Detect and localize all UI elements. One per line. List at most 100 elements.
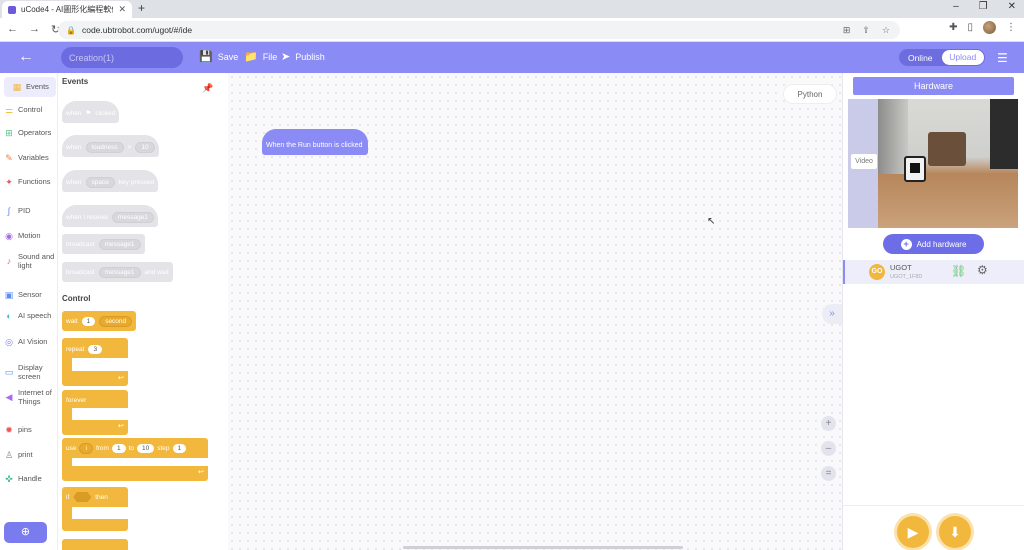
key-dropdown[interactable]: space (85, 176, 115, 188)
vision-icon: ◎ (5, 337, 13, 347)
zoom-out-button[interactable]: – (821, 441, 836, 456)
side-panel-icon[interactable]: ▯ (967, 22, 973, 33)
collapse-panel-button[interactable]: » (822, 304, 842, 324)
file-button[interactable]: 📁 File (244, 50, 277, 63)
repeat-value-input[interactable]: 3 (88, 344, 103, 354)
block-text: forever (66, 396, 87, 404)
project-name-field[interactable]: Creation(1) (61, 47, 183, 68)
gear-icon[interactable]: ⚙ (977, 263, 988, 277)
add-hardware-button[interactable]: + Add hardware (883, 234, 984, 254)
category-sidebar: ▦ Events ⚌ Control ⊞ Operators ✎ Variabl… (0, 73, 58, 550)
block-broadcast[interactable]: broadcast message1 (62, 234, 145, 254)
bookmark-star-icon[interactable]: ☆ (882, 25, 890, 36)
category-control[interactable]: ⚌ Control (4, 105, 58, 115)
category-pins[interactable]: ✹ pins (4, 425, 58, 435)
category-display-screen[interactable]: ▭ Display screen (4, 363, 58, 381)
block-if-else-partial[interactable] (62, 539, 128, 550)
block-text: wait (66, 317, 78, 325)
sensor-dropdown[interactable]: loudness (85, 141, 124, 153)
device-name: UGOT (890, 263, 912, 272)
category-motion[interactable]: ◉ Motion (4, 231, 58, 241)
category-operators[interactable]: ⊞ Operators (4, 128, 58, 138)
message-dropdown[interactable]: message1 (98, 266, 141, 278)
tab-close-icon[interactable]: ✕ (118, 4, 126, 15)
block-when-key-pressed[interactable]: when space key pressed (62, 170, 158, 192)
layout-menu-icon[interactable]: ☰ (997, 51, 1008, 65)
translate-icon[interactable]: ⊞ (843, 25, 851, 36)
loop-var-dropdown[interactable]: i (79, 442, 93, 454)
from-value-input[interactable]: 1 (111, 443, 126, 453)
browser-tab[interactable]: uCode4 - AI圖形化編程軟件 ✕ (2, 1, 132, 18)
category-sensor[interactable]: ▣ Sensor (4, 290, 58, 300)
condition-slot[interactable] (73, 492, 92, 502)
publish-button[interactable]: ➤ Publish (281, 50, 325, 63)
pin-icon[interactable]: 📌 (202, 83, 213, 94)
category-events[interactable]: ▦ Events (4, 77, 56, 97)
video-label[interactable]: Video (851, 154, 877, 169)
category-ai-speech[interactable]: ◐ AI speech (4, 311, 58, 321)
repeat-slot (72, 358, 128, 371)
forward-arrow-icon[interactable]: → (29, 23, 40, 36)
download-button[interactable]: ⬇ (939, 516, 971, 548)
url-text: code.ubtrobot.com/ugot/#/ide (81, 25, 193, 35)
block-text: when (66, 178, 82, 186)
category-ai-vision[interactable]: ◎ AI Vision (4, 337, 58, 347)
add-extension-icon: ⊕ (20, 526, 31, 538)
block-text: then (95, 493, 108, 501)
minimize-icon[interactable]: – (953, 1, 959, 12)
category-label: Motion (18, 231, 41, 240)
canvas-horizontal-scrollbar[interactable] (403, 546, 683, 549)
value-input[interactable]: 10 (135, 141, 155, 153)
category-print[interactable]: ♙ print (4, 450, 58, 460)
speaker-icon: ♪ (6, 256, 12, 267)
connection-link-icon[interactable]: ⛓ (951, 264, 966, 278)
maximize-icon[interactable]: ❐ (979, 1, 988, 12)
share-icon[interactable]: ⇪ (862, 25, 870, 36)
mode-online[interactable]: Online (899, 53, 942, 63)
message-dropdown[interactable]: message1 (111, 211, 154, 223)
category-label: PID (18, 206, 31, 215)
device-row[interactable]: GO UGOT UGOT_1F8D ⛓ ⚙ (843, 260, 1024, 284)
category-variables[interactable]: ✎ Variables (4, 153, 58, 163)
category-functions[interactable]: ✦ Functions (4, 177, 58, 187)
category-sound-light[interactable]: ♪ Sound and light (4, 252, 58, 270)
new-tab-button[interactable]: + (138, 1, 145, 15)
to-value-input[interactable]: 10 (136, 443, 155, 453)
block-wait[interactable]: wait 1 second (62, 311, 137, 331)
when-run-clicked-block[interactable]: When the Run button is clicked (262, 129, 368, 155)
zoom-in-button[interactable]: + (821, 416, 836, 431)
hardware-tab[interactable]: Hardware (853, 77, 1014, 95)
ugot-logo-icon: GO (869, 264, 885, 280)
step-value-input[interactable]: 1 (172, 443, 187, 453)
block-when-i-receive[interactable]: when I receive message1 (62, 205, 158, 227)
category-handle[interactable]: ✜ Handle (4, 474, 58, 484)
block-when-loudness[interactable]: when loudness > 10 (62, 135, 159, 157)
block-when-flag-clicked[interactable]: when ⚑ clicked (62, 101, 120, 123)
block-text: repeat (66, 345, 85, 353)
extensions-puzzle-icon[interactable]: ✚ (949, 22, 957, 33)
wait-value-input[interactable]: 1 (81, 316, 96, 326)
category-label: pins (18, 425, 32, 434)
mode-toggle[interactable]: Online Upload (899, 49, 985, 66)
mode-upload[interactable]: Upload (941, 50, 984, 65)
unit-dropdown[interactable]: second (99, 315, 133, 327)
block-broadcast-and-wait[interactable]: broadcast message1 and wait (62, 262, 173, 282)
browser-tab-bar: uCode4 - AI圖形化編程軟件 ✕ + – ❐ ✕ (0, 0, 1024, 18)
category-pid[interactable]: ∫ PID (4, 206, 58, 216)
python-toggle-button[interactable]: Python (783, 84, 837, 104)
close-window-icon[interactable]: ✕ (1008, 1, 1016, 12)
browser-menu-icon[interactable]: ⋮ (1006, 22, 1016, 33)
back-icon[interactable]: ← (18, 48, 34, 66)
zoom-reset-button[interactable]: = (821, 466, 836, 481)
profile-avatar[interactable] (983, 21, 996, 34)
category-iot[interactable]: ◀ Internet of Things (4, 388, 58, 406)
save-button[interactable]: 💾 Save (199, 50, 238, 63)
url-field[interactable]: 🔒 code.ubtrobot.com/ugot/#/ide ⊞ ⇪ ☆ (58, 21, 900, 39)
back-arrow-icon[interactable]: ← (7, 23, 18, 36)
add-extension-button[interactable]: ⊕ (4, 522, 47, 543)
functions-icon: ✦ (5, 177, 13, 187)
message-dropdown[interactable]: message1 (98, 238, 141, 250)
speech-icon: ◐ (6, 311, 12, 321)
category-label: print (18, 450, 33, 459)
run-button[interactable]: ▶ (897, 516, 929, 548)
